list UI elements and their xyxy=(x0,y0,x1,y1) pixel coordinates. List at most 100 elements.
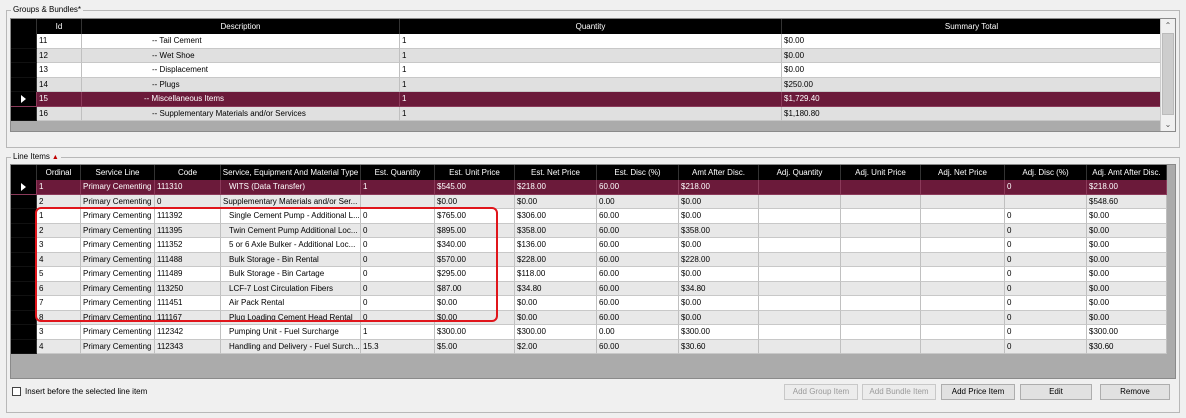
ordinal-cell[interactable]: 1 xyxy=(37,209,81,224)
est-unit-price-cell[interactable]: $570.00 xyxy=(435,252,515,267)
service-line-cell[interactable]: Primary Cementing xyxy=(81,325,155,340)
adj-amt-after-disc-cell[interactable]: $218.00 xyxy=(1087,180,1167,195)
amt-after-disc-cell[interactable]: $0.00 xyxy=(679,267,759,282)
group-id-cell[interactable]: 16 xyxy=(37,106,82,121)
est-net-price-cell[interactable]: $0.00 xyxy=(515,296,597,311)
code-cell[interactable]: 111488 xyxy=(155,252,221,267)
amt-after-disc-cell[interactable]: $218.00 xyxy=(679,180,759,195)
col-est-unit-price[interactable]: Est. Unit Price xyxy=(435,165,515,180)
adj-disc-cell[interactable]: 0 xyxy=(1005,267,1087,282)
group-row[interactable]: 12 -- Wet Shoe 1 $0.00 xyxy=(11,48,1162,63)
col-service-line[interactable]: Service Line xyxy=(81,165,155,180)
adj-disc-cell[interactable]: 0 xyxy=(1005,339,1087,354)
est-net-price-cell[interactable]: $0.00 xyxy=(515,194,597,209)
ordinal-cell[interactable]: 3 xyxy=(37,325,81,340)
group-quantity-cell[interactable]: 1 xyxy=(400,63,782,78)
group-quantity-cell[interactable]: 1 xyxy=(400,48,782,63)
adj-disc-cell[interactable] xyxy=(1005,194,1087,209)
adj-unit-price-cell[interactable] xyxy=(841,252,921,267)
adj-unit-price-cell[interactable] xyxy=(841,238,921,253)
group-description-cell[interactable]: -- Tail Cement xyxy=(82,34,400,49)
code-cell[interactable]: 112342 xyxy=(155,325,221,340)
service-line-cell[interactable]: Primary Cementing xyxy=(81,252,155,267)
est-disc-cell[interactable]: 60.00 xyxy=(597,339,679,354)
adj-net-price-cell[interactable] xyxy=(921,180,1005,195)
adj-net-price-cell[interactable] xyxy=(921,194,1005,209)
row-header[interactable] xyxy=(11,92,37,107)
row-header[interactable] xyxy=(11,339,37,354)
code-cell[interactable]: 111392 xyxy=(155,209,221,224)
est-net-price-cell[interactable]: $0.00 xyxy=(515,310,597,325)
group-total-cell[interactable]: $0.00 xyxy=(782,48,1162,63)
add-group-item-button[interactable]: Add Group Item xyxy=(784,384,858,400)
amt-after-disc-cell[interactable]: $30.60 xyxy=(679,339,759,354)
group-row[interactable]: 15 -- Miscellaneous Items 1 $1,729.40 xyxy=(11,92,1162,107)
ordinal-cell[interactable]: 6 xyxy=(37,281,81,296)
adj-amt-after-disc-cell[interactable]: $0.00 xyxy=(1087,223,1167,238)
amt-after-disc-cell[interactable]: $300.00 xyxy=(679,325,759,340)
col-quantity[interactable]: Quantity xyxy=(400,19,782,34)
group-id-cell[interactable]: 15 xyxy=(37,92,82,107)
adj-quantity-cell[interactable] xyxy=(759,296,841,311)
amt-after-disc-cell[interactable]: $358.00 xyxy=(679,223,759,238)
group-description-cell[interactable]: -- Displacement xyxy=(82,63,400,78)
service-line-cell[interactable]: Primary Cementing xyxy=(81,209,155,224)
adj-net-price-cell[interactable] xyxy=(921,223,1005,238)
group-description-cell[interactable]: -- Miscellaneous Items xyxy=(82,92,400,107)
line-item-row[interactable]: 7 Primary Cementing 111451 Air Pack Rental 0… xyxy=(11,296,1167,311)
service-line-cell[interactable]: Primary Cementing xyxy=(81,194,155,209)
service-type-cell[interactable]: LCF-7 Lost Circulation Fibers xyxy=(221,281,361,296)
adj-disc-cell[interactable]: 0 xyxy=(1005,252,1087,267)
code-cell[interactable]: 112343 xyxy=(155,339,221,354)
adj-net-price-cell[interactable] xyxy=(921,281,1005,296)
col-adj-net-price[interactable]: Adj. Net Price xyxy=(921,165,1005,180)
est-quantity-cell[interactable]: 15.3 xyxy=(361,339,435,354)
service-line-cell[interactable]: Primary Cementing xyxy=(81,339,155,354)
row-header[interactable] xyxy=(11,223,37,238)
col-adj-unit-price[interactable]: Adj. Unit Price xyxy=(841,165,921,180)
adj-unit-price-cell[interactable] xyxy=(841,281,921,296)
est-quantity-cell[interactable] xyxy=(361,194,435,209)
col-id[interactable]: Id xyxy=(37,19,82,34)
service-type-cell[interactable]: 5 or 6 Axle Bulker - Additional Loc... xyxy=(221,238,361,253)
group-total-cell[interactable]: $0.00 xyxy=(782,63,1162,78)
amt-after-disc-cell[interactable]: $0.00 xyxy=(679,310,759,325)
line-item-row[interactable]: 1 Primary Cementing 111310 WITS (Data Trans… xyxy=(11,180,1167,195)
est-unit-price-cell[interactable]: $0.00 xyxy=(435,296,515,311)
adj-quantity-cell[interactable] xyxy=(759,310,841,325)
adj-amt-after-disc-cell[interactable]: $0.00 xyxy=(1087,296,1167,311)
service-line-cell[interactable]: Primary Cementing xyxy=(81,281,155,296)
group-description-cell[interactable]: -- Supplementary Materials and/or Servic… xyxy=(82,106,400,121)
row-header[interactable] xyxy=(11,77,37,92)
service-type-cell[interactable]: Pumping Unit - Fuel Surcharge xyxy=(221,325,361,340)
service-type-cell[interactable]: Single Cement Pump - Additional L... xyxy=(221,209,361,224)
adj-quantity-cell[interactable] xyxy=(759,267,841,282)
checkbox-box[interactable] xyxy=(12,387,21,396)
group-total-cell[interactable]: $1,180.80 xyxy=(782,106,1162,121)
est-net-price-cell[interactable]: $300.00 xyxy=(515,325,597,340)
adj-amt-after-disc-cell[interactable]: $0.00 xyxy=(1087,310,1167,325)
est-net-price-cell[interactable]: $306.00 xyxy=(515,209,597,224)
group-id-cell[interactable]: 14 xyxy=(37,77,82,92)
code-cell[interactable]: 111395 xyxy=(155,223,221,238)
adj-disc-cell[interactable]: 0 xyxy=(1005,281,1087,296)
adj-unit-price-cell[interactable] xyxy=(841,296,921,311)
adj-net-price-cell[interactable] xyxy=(921,209,1005,224)
ordinal-cell[interactable]: 2 xyxy=(37,223,81,238)
code-cell[interactable]: 113250 xyxy=(155,281,221,296)
scroll-down-icon[interactable]: ⌄ xyxy=(1161,118,1175,131)
adj-quantity-cell[interactable] xyxy=(759,325,841,340)
col-est-net-price[interactable]: Est. Net Price xyxy=(515,165,597,180)
group-total-cell[interactable]: $0.00 xyxy=(782,34,1162,49)
row-header[interactable] xyxy=(11,325,37,340)
est-quantity-cell[interactable]: 0 xyxy=(361,296,435,311)
row-header[interactable] xyxy=(11,48,37,63)
col-service-type[interactable]: Service, Equipment And Material Type xyxy=(221,165,361,180)
groups-grid[interactable]: Id Description Quantity Summary Total 11… xyxy=(10,18,1176,132)
edit-button[interactable]: Edit xyxy=(1020,384,1092,400)
adj-amt-after-disc-cell[interactable]: $0.00 xyxy=(1087,238,1167,253)
line-item-row[interactable]: 4 Primary Cementing 112343 Handling and Del… xyxy=(11,339,1167,354)
line-item-row[interactable]: 3 Primary Cementing 112342 Pumping Unit - F… xyxy=(11,325,1167,340)
ordinal-cell[interactable]: 2 xyxy=(37,194,81,209)
amt-after-disc-cell[interactable]: $0.00 xyxy=(679,238,759,253)
